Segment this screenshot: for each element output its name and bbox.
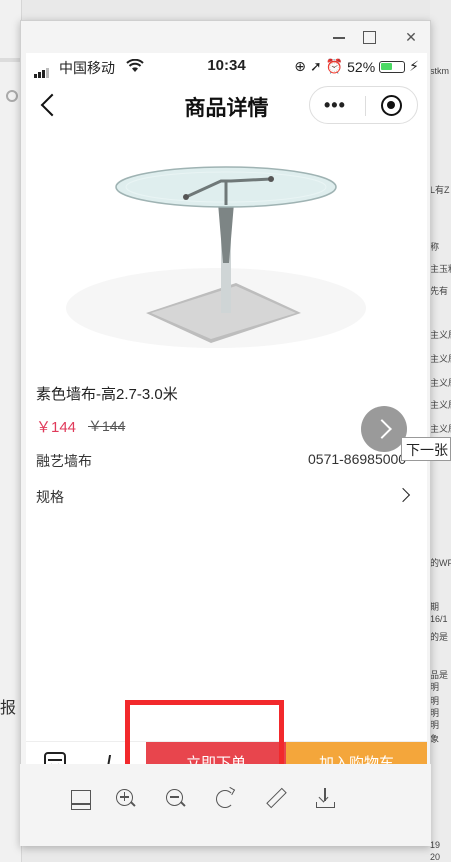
simulator-toolbar (20, 764, 431, 846)
tooltip: 下一张 (401, 437, 451, 461)
product-original-price: ￥144 (88, 418, 126, 434)
buy-now-button[interactable]: 立即下单 (146, 742, 286, 765)
battery-icon (379, 60, 406, 73)
status-right: ⊕ ➚ ⏰ 52% ⚡ (294, 58, 419, 75)
background-strip-text: 主义局 (430, 400, 451, 410)
background-strip-text: 象 (430, 734, 440, 744)
location-icon: ➚ (309, 58, 322, 74)
background-strip-text: 主义局 (430, 424, 451, 434)
background-strip-text: 16/1 (430, 614, 448, 624)
simulator-window: ✕ 中国移动 10:34 ⊕ ➚ ⏰ 52% ⚡ 商品详情 ••• 素色墙布-高… (20, 20, 431, 846)
background-strip-text: 期 (430, 602, 440, 612)
background-strip-text: 明 (430, 682, 440, 692)
phone-screen: 中国移动 10:34 ⊕ ➚ ⏰ 52% ⚡ 商品详情 ••• 素色墙布-高2.… (26, 53, 427, 765)
maximize-icon[interactable] (359, 27, 379, 47)
minimize-icon[interactable] (329, 27, 349, 47)
background-strip-text: 19 (430, 840, 441, 850)
background-strip-text: 明 (430, 720, 440, 730)
background-strip-text: 的是 (430, 632, 449, 642)
product-price: ￥144 (36, 419, 77, 436)
background-strip-text: L有Z (430, 185, 450, 195)
zoom-in-icon[interactable] (115, 788, 137, 810)
close-icon[interactable]: ✕ (401, 27, 421, 47)
charging-icon: ⚡ (409, 58, 419, 74)
battery-percent: 52% (347, 58, 376, 75)
more-icon[interactable]: ••• (324, 95, 346, 116)
background-strip-text: 称 (430, 242, 440, 252)
alarm-icon: ⏰ (325, 58, 344, 74)
brand-name: 融艺墙布 (36, 453, 92, 469)
zoom-out-icon[interactable] (165, 788, 187, 810)
bottom-action-bar: 立即下单 加入购物车 (26, 741, 427, 765)
background-strip-text: 主义局 (430, 330, 451, 340)
close-miniprogram-icon[interactable] (381, 95, 402, 116)
background-text: 报 (0, 700, 17, 717)
miniprogram-capsule: ••• (309, 86, 418, 124)
add-to-cart-button[interactable]: 加入购物车 (286, 742, 427, 765)
navigation-bar: 商品详情 ••• (26, 81, 427, 129)
background-bar (0, 58, 22, 62)
layout-icon[interactable] (70, 788, 92, 810)
background-strip-text: 主义局 (430, 378, 451, 388)
contact-phone[interactable]: 0571-86985000 (308, 451, 406, 467)
background-strip-text: stkm (430, 66, 449, 76)
background-right-panel: stkmL有Z称主玉料先有主义局主义局主义局主义局主义局的WP期16/1的是品是… (430, 0, 451, 862)
background-left-panel: 报 (0, 0, 22, 862)
download-icon[interactable] (315, 788, 337, 810)
spec-label[interactable]: 规格 (36, 487, 64, 507)
background-strip-text: 的WP (430, 558, 451, 568)
rotate-icon[interactable] (215, 788, 237, 810)
rotation-lock-icon: ⊕ (294, 58, 306, 74)
background-strip-text: 20 (430, 852, 441, 862)
background-strip-text: 主义局 (430, 354, 451, 364)
background-strip-text: 先有 (430, 286, 449, 296)
background-strip-text: 主玉料 (430, 264, 451, 274)
search-icon (6, 90, 18, 102)
edit-icon[interactable] (265, 788, 287, 810)
status-bar: 中国移动 10:34 ⊕ ➚ ⏰ 52% ⚡ (26, 53, 427, 81)
window-titlebar: ✕ (21, 21, 430, 53)
capsule-divider (365, 96, 366, 116)
chevron-right-icon[interactable] (395, 487, 411, 503)
product-image (66, 166, 366, 348)
product-name: 素色墙布-高2.7-3.0米 (36, 386, 178, 403)
